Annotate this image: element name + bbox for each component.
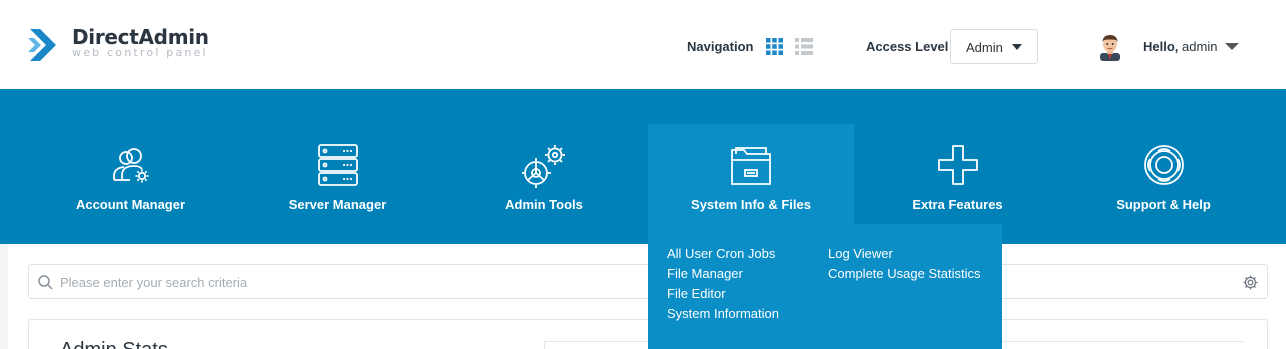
list-view-icon[interactable]: [795, 38, 813, 55]
grid-view-icon[interactable]: [766, 38, 783, 55]
server-icon: [317, 144, 358, 186]
logo-title: DirectAdmin: [72, 25, 209, 49]
menu-server-manager[interactable]: Server Manager: [235, 89, 440, 244]
menu-label: System Info & Files: [691, 197, 811, 212]
menu-label: Extra Features: [912, 197, 1003, 212]
menu-account-manager[interactable]: Account Manager: [28, 89, 233, 244]
menu-label: Support & Help: [1116, 197, 1211, 212]
access-level-value: Admin: [966, 40, 1003, 55]
search-input[interactable]: [60, 272, 1220, 292]
logo-subtitle: web control panel: [72, 46, 208, 59]
access-level-label: Access Level: [866, 39, 949, 54]
user-avatar-icon[interactable]: [1097, 33, 1123, 61]
menu-label: Server Manager: [288, 197, 387, 212]
navigation-label: Navigation: [687, 39, 754, 54]
caret-down-icon: [1012, 44, 1022, 50]
username: admin: [1182, 39, 1218, 54]
hello-label: Hello,: [1143, 39, 1179, 54]
top-header: DirectAdmin web control panel Navigation…: [0, 0, 1286, 89]
menu-label: Admin Tools: [505, 197, 583, 212]
link-file-editor[interactable]: File Editor: [667, 286, 726, 301]
main-navigation: Account Manager Server Manager Admin Too…: [0, 89, 1286, 279]
access-level-select[interactable]: Admin: [950, 29, 1038, 64]
link-system-information[interactable]: System Information: [667, 306, 779, 321]
user-menu-caret-icon[interactable]: [1225, 43, 1239, 50]
link-log-viewer[interactable]: Log Viewer: [828, 246, 893, 261]
plus-icon: [937, 145, 978, 185]
menu-support-help[interactable]: Support & Help: [1061, 89, 1266, 244]
user-greeting[interactable]: Hello, admin: [1143, 39, 1217, 54]
menu-label: Account Manager: [75, 197, 186, 212]
menu-admin-tools[interactable]: Admin Tools: [441, 89, 647, 244]
logo[interactable]: DirectAdmin web control panel: [28, 25, 209, 65]
gears-icon: [522, 145, 565, 188]
gear-icon[interactable]: [1243, 275, 1258, 290]
account-manager-icon: [112, 148, 148, 183]
directadmin-logo-icon: [28, 29, 56, 61]
link-complete-usage-statistics[interactable]: Complete Usage Statistics: [828, 266, 980, 281]
lifebuoy-icon: [1143, 145, 1184, 185]
menu-extra-features[interactable]: Extra Features: [855, 89, 1060, 244]
admin-stats-title: Admin Stats: [60, 339, 168, 349]
system-info-dropdown: All User Cron Jobs File Manager File Edi…: [648, 224, 1002, 349]
link-all-user-cron-jobs[interactable]: All User Cron Jobs: [667, 246, 775, 261]
search-icon: [38, 275, 53, 290]
link-file-manager[interactable]: File Manager: [667, 266, 743, 281]
folder-icon: [731, 147, 771, 185]
